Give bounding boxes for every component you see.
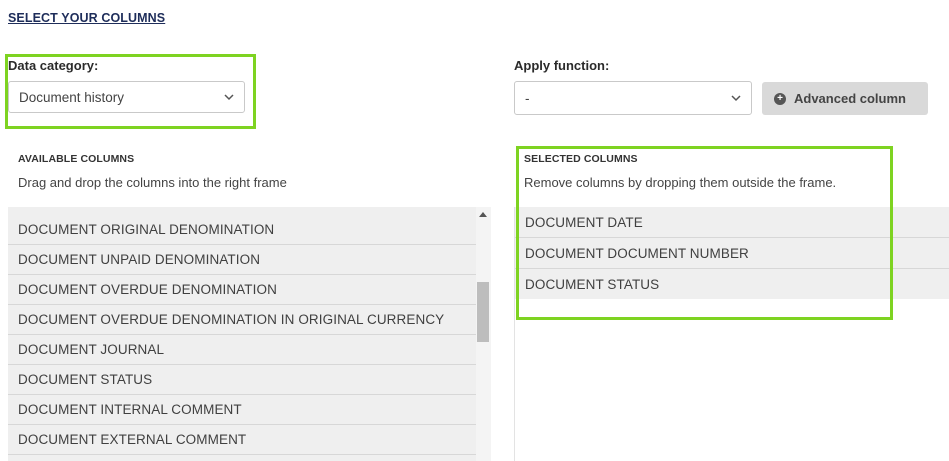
list-item[interactable]: DOCUMENT OVERDUE DENOMINATION IN ORIGINA… (8, 305, 476, 335)
chevron-down-icon (731, 95, 741, 102)
plus-circle-icon: + (774, 92, 786, 105)
available-columns-scrollbar[interactable] (476, 207, 491, 461)
scroll-up-arrow-icon[interactable] (479, 212, 487, 217)
advanced-column-label: Advanced column (794, 91, 906, 106)
list-item[interactable]: DOCUMENT JOURNAL (8, 335, 476, 365)
list-item[interactable]: DOCUMENT ORIGINAL DENOMINATION (8, 215, 476, 245)
apply-function-label: Apply function: (514, 58, 610, 73)
list-item[interactable]: DOCUMENT OVERDUE DENOMINATION (8, 275, 476, 305)
available-columns-list[interactable]: DOCUMENT ORIGINAL DENOMINATION DOCUMENT … (8, 207, 476, 461)
highlight-frame-selected-columns (516, 146, 893, 320)
list-item[interactable]: DOCUMENT UNPAID DENOMINATION (8, 245, 476, 275)
scrollbar-thumb[interactable] (477, 282, 489, 342)
list-item[interactable]: DOCUMENT EXTERNAL COMMENT (8, 425, 476, 455)
page-title[interactable]: SELECT YOUR COLUMNS (8, 11, 165, 25)
available-columns-help: Drag and drop the columns into the right… (18, 175, 287, 190)
advanced-column-button[interactable]: + Advanced column (762, 82, 928, 115)
list-item[interactable]: DOCUMENT STATUS (8, 365, 476, 395)
apply-function-select[interactable]: - (514, 81, 752, 115)
list-item[interactable]: DOCUMENT INTERNAL COMMENT (8, 395, 476, 425)
highlight-frame-data-category (5, 54, 256, 129)
available-columns-heading: AVAILABLE COLUMNS (18, 153, 135, 165)
apply-function-value: - (525, 90, 530, 106)
